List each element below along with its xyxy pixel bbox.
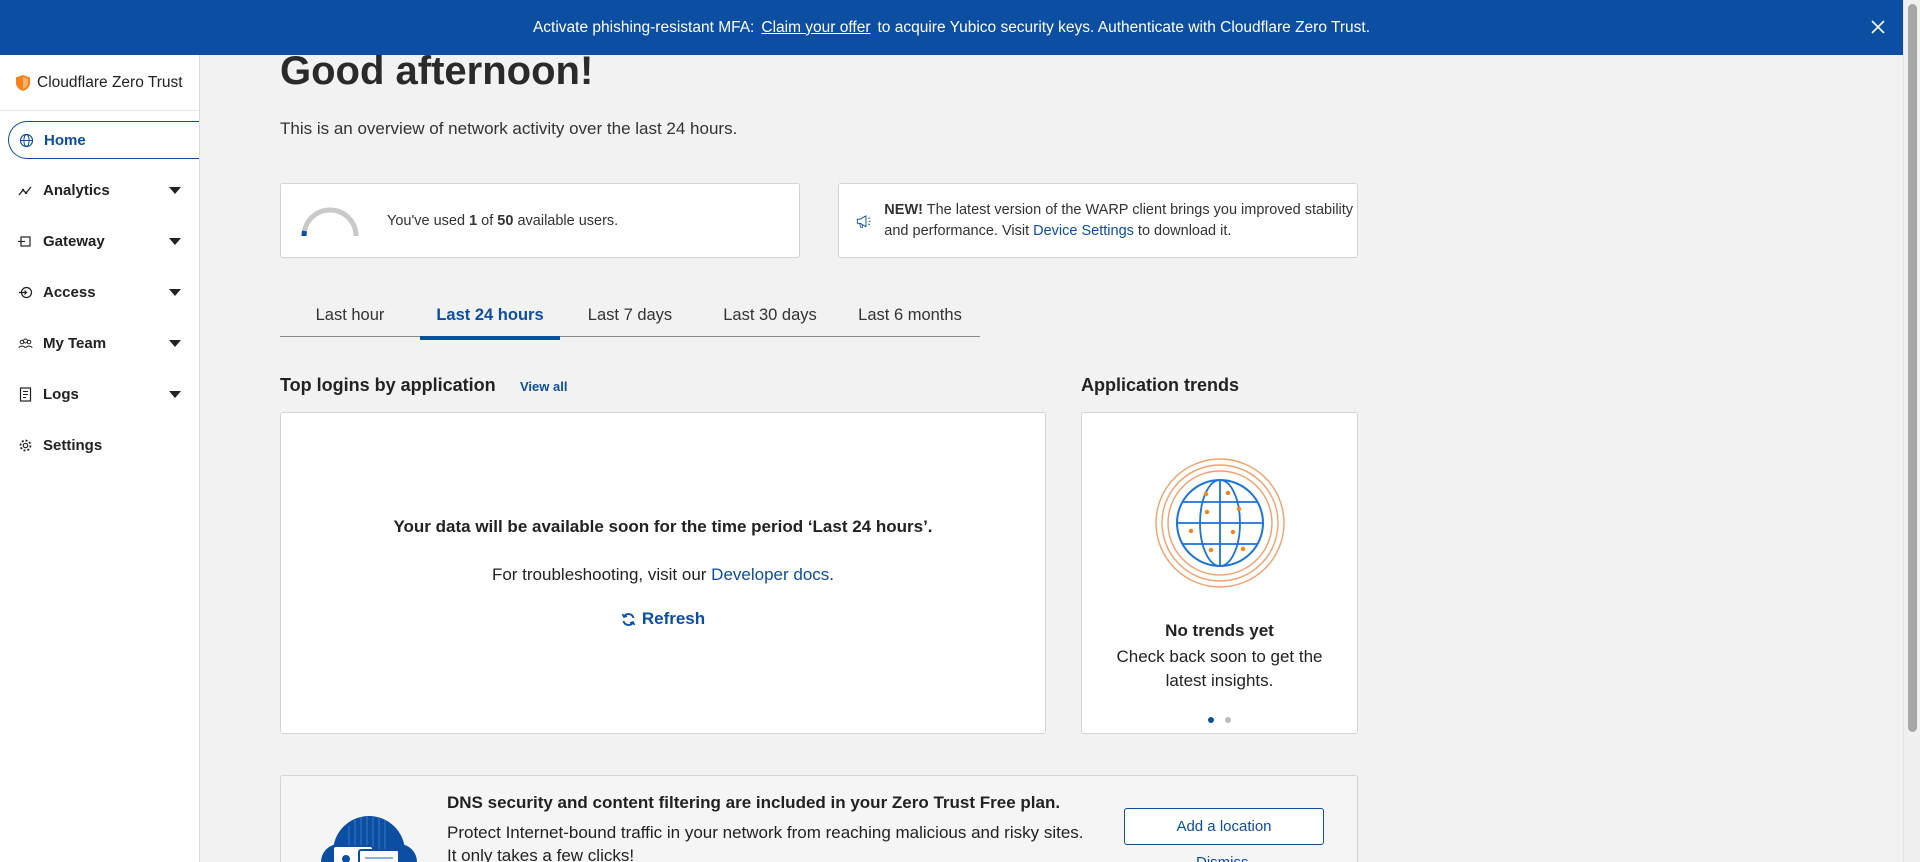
page-scrollbar[interactable] (1903, 0, 1920, 862)
troubleshoot-text: For troubleshooting, visit our Developer… (491, 565, 835, 584)
close-icon[interactable] (1865, 14, 1891, 40)
application-trends-card: No trends yet Check back soon to get the… (1081, 412, 1358, 734)
chevron-down-icon[interactable] (169, 238, 181, 245)
cloud-browser-illustration-icon (321, 816, 417, 862)
banner-text-before: Activate phishing-resistant MFA: (532, 18, 755, 36)
access-icon (18, 285, 33, 300)
top-logins-card: Your data will be available soon for the… (280, 412, 1046, 734)
megaphone-icon (856, 214, 871, 228)
warp-announcement-card: NEW! The latest version of the WARP clie… (838, 183, 1358, 258)
gateway-icon (18, 234, 33, 249)
main-content: Good afternoon! This is an overview of n… (200, 55, 1903, 862)
application-trends-title: Application trends (1081, 375, 1240, 395)
carousel-dots (1082, 717, 1357, 723)
sidebar-item-label: My Team (43, 335, 107, 352)
no-data-message: Your data will be available soon for the… (393, 517, 933, 536)
view-all-link[interactable]: View all (520, 379, 567, 394)
sidebar-item-logs[interactable]: Logs (0, 369, 199, 420)
sidebar-item-analytics[interactable]: Analytics (0, 165, 199, 216)
dns-promo-card: DNS security and content filtering are i… (280, 775, 1358, 862)
globe-illustration-icon (1155, 458, 1285, 588)
page-title: Good afternoon! (280, 55, 594, 93)
tab-last-6-months[interactable]: Last 6 months (840, 293, 980, 337)
top-logins-title: Top logins by application (280, 375, 496, 395)
gear-icon (18, 438, 33, 453)
carousel-dot-2[interactable] (1225, 717, 1231, 723)
analytics-icon (18, 183, 33, 198)
team-icon (18, 336, 33, 351)
sidebar-item-label: Logs (43, 386, 79, 403)
chevron-down-icon[interactable] (169, 289, 181, 296)
globe-icon (19, 133, 34, 148)
no-trends-title: No trends yet (1165, 621, 1274, 640)
sidebar-item-label: Settings (43, 437, 103, 454)
users-used: 1 (469, 212, 478, 229)
cloudflare-shield-icon (16, 74, 30, 91)
user-usage-text: You've used 1 of 50 available users. (387, 212, 619, 229)
refresh-label: Refresh (641, 609, 706, 628)
sidebar: Cloudflare Zero Trust Home Analytics Gat… (0, 55, 200, 862)
sidebar-item-access[interactable]: Access (0, 267, 199, 318)
sidebar-item-label: Analytics (43, 182, 110, 199)
sidebar-nav: Home Analytics Gateway Access My Team Lo… (0, 121, 199, 471)
sidebar-item-label: Access (43, 284, 96, 301)
claim-offer-link[interactable]: Claim your offer (761, 19, 870, 37)
tab-last-30-days[interactable]: Last 30 days (700, 293, 840, 337)
tab-last-7-days[interactable]: Last 7 days (560, 293, 700, 337)
promo-banner: Activate phishing-resistant MFA: Claim y… (0, 0, 1903, 55)
banner-text-after: to acquire Yubico security keys. Authent… (877, 18, 1371, 36)
user-usage-card: You've used 1 of 50 available users. (280, 183, 800, 258)
usage-gauge-icon (301, 207, 359, 236)
refresh-button[interactable]: Refresh (281, 609, 1045, 629)
dns-promo-text: Protect Internet-bound traffic in your n… (447, 823, 1084, 862)
refresh-icon (621, 612, 636, 626)
device-settings-link[interactable]: Device Settings (1033, 223, 1134, 239)
chevron-down-icon[interactable] (169, 391, 181, 398)
page-subtitle: This is an overview of network activity … (280, 119, 738, 138)
tab-last-hour[interactable]: Last hour (280, 293, 420, 337)
brand-name: Cloudflare Zero Trust (37, 73, 183, 91)
brand[interactable]: Cloudflare Zero Trust (0, 55, 199, 111)
chevron-down-icon[interactable] (169, 187, 181, 194)
sidebar-item-home[interactable]: Home (8, 121, 199, 159)
warp-announcement-text: NEW! The latest version of the WARP clie… (884, 201, 1354, 239)
dns-promo-title: DNS security and content filtering are i… (447, 793, 1061, 812)
tab-last-24-hours[interactable]: Last 24 hours (420, 293, 560, 340)
dismiss-link[interactable]: Dismiss (1196, 854, 1249, 862)
logs-icon (18, 387, 33, 402)
users-total: 50 (497, 212, 514, 229)
no-trends-text: Check back soon to get the latest insigh… (1116, 647, 1323, 690)
time-range-tabs: Last hour Last 24 hours Last 7 days Last… (280, 293, 980, 340)
sidebar-item-my-team[interactable]: My Team (0, 318, 199, 369)
sidebar-item-settings[interactable]: Settings (0, 420, 199, 471)
sidebar-item-label: Gateway (43, 233, 105, 250)
carousel-dot-1[interactable] (1208, 717, 1214, 723)
add-location-button[interactable]: Add a location (1124, 808, 1324, 845)
chevron-down-icon[interactable] (169, 340, 181, 347)
sidebar-item-gateway[interactable]: Gateway (0, 216, 199, 267)
developer-docs-link[interactable]: Developer docs (711, 565, 829, 584)
sidebar-item-label: Home (44, 131, 86, 149)
scrollbar-thumb[interactable] (1908, 4, 1917, 732)
